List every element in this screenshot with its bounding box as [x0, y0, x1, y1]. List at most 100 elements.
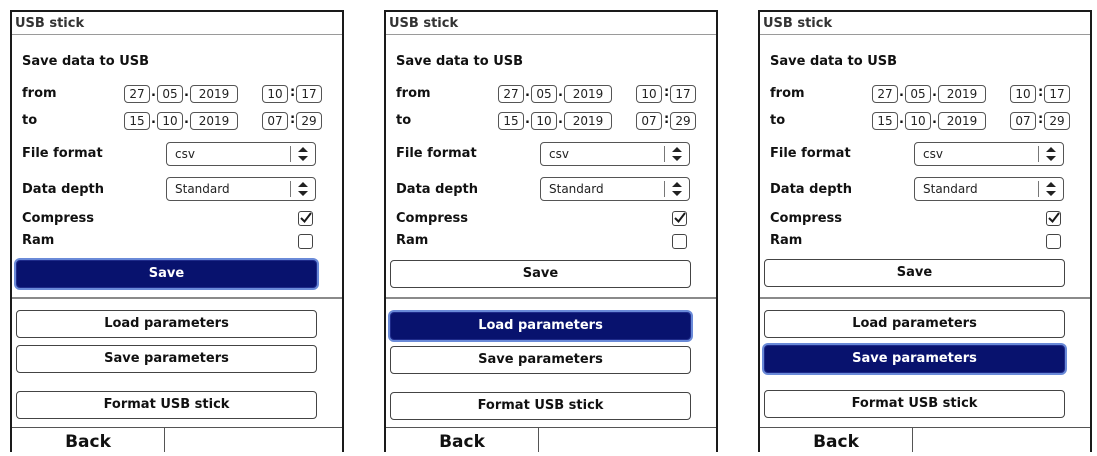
to-day-field[interactable]: 15: [872, 112, 898, 130]
back-button[interactable]: Back: [12, 427, 165, 452]
section-heading: Save data to USB: [770, 54, 898, 69]
to-year-field[interactable]: 2019: [190, 112, 238, 130]
save-button[interactable]: Save: [764, 259, 1065, 287]
select-divider: [664, 181, 665, 197]
to-month-field[interactable]: 10: [531, 112, 557, 130]
to-hour-field[interactable]: 07: [636, 112, 662, 130]
divider: [12, 297, 342, 299]
from-year-field[interactable]: 2019: [190, 85, 238, 103]
date-separator: .: [899, 85, 904, 100]
from-day-field[interactable]: 27: [498, 85, 524, 103]
from-hour-field[interactable]: 10: [262, 85, 288, 103]
ram-checkbox[interactable]: [298, 234, 313, 249]
up-down-arrows-icon: [672, 182, 682, 196]
usb-stick-panel-1: USB stick Save data to USB from 27 . 05 …: [10, 10, 344, 452]
from-label: from: [22, 86, 57, 101]
to-month-field[interactable]: 10: [905, 112, 931, 130]
usb-stick-panel-2: USB stick Save data to USB from 27 . 05 …: [384, 10, 718, 452]
data-depth-select[interactable]: Standard: [540, 177, 690, 201]
from-minute-field[interactable]: 17: [670, 85, 696, 103]
to-minute-field[interactable]: 29: [670, 112, 696, 130]
ram-label: Ram: [770, 233, 803, 248]
usb-stick-panel-3: USB stick Save data to USB from 27 . 05 …: [758, 10, 1092, 452]
file-format-value: csv: [549, 147, 569, 161]
from-month-field[interactable]: 05: [157, 85, 183, 103]
data-depth-label: Data depth: [22, 182, 104, 197]
empty-softkey[interactable]: [164, 427, 342, 452]
to-month-field[interactable]: 10: [157, 112, 183, 130]
ram-checkbox[interactable]: [672, 234, 687, 249]
save-parameters-button[interactable]: Save parameters: [16, 345, 317, 373]
file-format-value: csv: [923, 147, 943, 161]
to-day-field[interactable]: 15: [124, 112, 150, 130]
time-separator: :: [290, 112, 296, 127]
to-day-field[interactable]: 15: [498, 112, 524, 130]
compress-checkbox[interactable]: [298, 211, 313, 226]
date-separator: .: [932, 85, 937, 100]
to-hour-field[interactable]: 07: [1010, 112, 1036, 130]
checkmark-icon: [674, 212, 686, 224]
data-depth-select[interactable]: Standard: [166, 177, 316, 201]
load-parameters-button[interactable]: Load parameters: [764, 310, 1065, 338]
ram-label: Ram: [22, 233, 55, 248]
up-down-arrows-icon: [298, 147, 308, 161]
data-depth-value: Standard: [175, 182, 230, 196]
file-format-select[interactable]: csv: [540, 142, 690, 166]
file-format-select[interactable]: csv: [914, 142, 1064, 166]
format-usb-stick-button[interactable]: Format USB stick: [16, 391, 317, 419]
panel-title: USB stick: [12, 12, 342, 35]
from-day-field[interactable]: 27: [872, 85, 898, 103]
from-minute-field[interactable]: 17: [1044, 85, 1070, 103]
back-button[interactable]: Back: [760, 427, 913, 452]
save-parameters-button[interactable]: Save parameters: [390, 346, 691, 374]
format-usb-stick-button[interactable]: Format USB stick: [390, 392, 691, 420]
select-divider: [290, 146, 291, 162]
select-divider: [1038, 146, 1039, 162]
load-parameters-button[interactable]: Load parameters: [390, 312, 691, 340]
to-year-field[interactable]: 2019: [564, 112, 612, 130]
date-separator: .: [525, 85, 530, 100]
compress-checkbox[interactable]: [1046, 211, 1061, 226]
from-hour-field[interactable]: 10: [1010, 85, 1036, 103]
date-separator: .: [558, 85, 563, 100]
back-button[interactable]: Back: [386, 427, 539, 452]
data-depth-select[interactable]: Standard: [914, 177, 1064, 201]
format-usb-stick-button[interactable]: Format USB stick: [764, 390, 1065, 418]
to-hour-field[interactable]: 07: [262, 112, 288, 130]
to-minute-field[interactable]: 29: [296, 112, 322, 130]
from-day-field[interactable]: 27: [124, 85, 150, 103]
time-separator: :: [290, 85, 296, 100]
from-year-field[interactable]: 2019: [938, 85, 986, 103]
load-parameters-button[interactable]: Load parameters: [16, 310, 317, 338]
from-label: from: [770, 86, 805, 101]
to-year-field[interactable]: 2019: [938, 112, 986, 130]
ram-label: Ram: [396, 233, 429, 248]
save-button[interactable]: Save: [390, 260, 691, 288]
section-heading: Save data to USB: [22, 54, 150, 69]
from-minute-field[interactable]: 17: [296, 85, 322, 103]
file-format-label: File format: [22, 146, 103, 161]
ram-checkbox[interactable]: [1046, 234, 1061, 249]
empty-softkey[interactable]: [538, 427, 716, 452]
from-year-field[interactable]: 2019: [564, 85, 612, 103]
date-separator: .: [558, 112, 563, 127]
from-month-field[interactable]: 05: [531, 85, 557, 103]
data-depth-value: Standard: [549, 182, 604, 196]
checkmark-icon: [300, 212, 312, 224]
compress-label: Compress: [22, 211, 95, 226]
date-separator: .: [184, 112, 189, 127]
to-minute-field[interactable]: 29: [1044, 112, 1070, 130]
compress-checkbox[interactable]: [672, 211, 687, 226]
divider: [386, 297, 716, 299]
from-hour-field[interactable]: 10: [636, 85, 662, 103]
empty-softkey[interactable]: [912, 427, 1090, 452]
date-separator: .: [151, 85, 156, 100]
file-format-select[interactable]: csv: [166, 142, 316, 166]
save-parameters-button[interactable]: Save parameters: [764, 345, 1065, 373]
file-format-value: csv: [175, 147, 195, 161]
data-depth-label: Data depth: [396, 182, 478, 197]
time-separator: :: [664, 112, 670, 127]
select-divider: [664, 146, 665, 162]
from-month-field[interactable]: 05: [905, 85, 931, 103]
save-button[interactable]: Save: [16, 260, 317, 288]
